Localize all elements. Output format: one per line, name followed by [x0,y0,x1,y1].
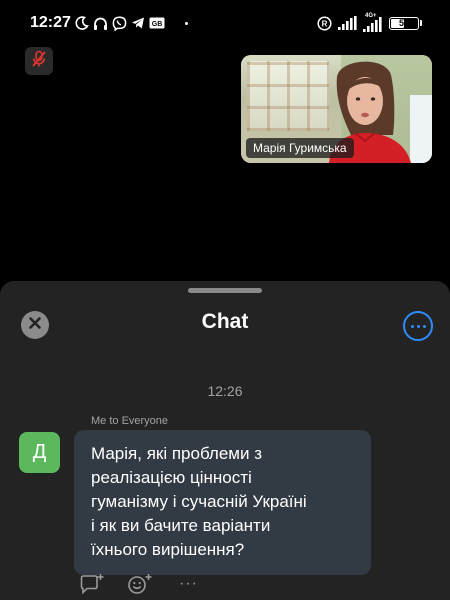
participant-name-label: Марія Гуримська [246,138,354,158]
chat-panel: Chat 12:26 Me to Everyone Д Марія, які п… [0,281,450,600]
status-icons-right: R 4G+ 56 [317,13,422,33]
avatar: Д [19,432,60,473]
more-dot [410,324,414,328]
battery-tip [420,20,422,26]
add-emoji-icon[interactable] [127,573,153,595]
message-text-line: Марія, які проблеми з [91,444,262,463]
drag-handle[interactable] [188,288,262,293]
battery-level: 56 [398,18,409,28]
message-actions: ··· [79,573,198,595]
viber-icon [112,15,127,31]
message-text-line: і як ви бачите варіанти [91,516,271,535]
svg-text:R: R [322,19,328,28]
moon-icon [75,16,89,30]
battery-icon: 56 [389,16,419,30]
mic-off-icon [31,50,47,73]
chat-title: Chat [201,310,249,333]
sender-recipient-line: Me to Everyone [91,415,169,427]
more-actions-icon[interactable]: ··· [179,576,198,592]
participant-video-tile[interactable]: Марія Гуримська [241,55,432,163]
status-time: 12:27 [30,14,71,31]
message-text-line: реалізацією цінності [91,468,252,487]
signal-icon [337,16,357,30]
gb-icon: GB [149,17,165,29]
notification-dot [185,21,188,25]
registered-icon: R [317,15,332,31]
reply-icon[interactable] [79,573,105,595]
message-text-line: їхнього вирішення? [91,540,245,559]
status-bar: 12:27 GB R 4G+ 56 [0,0,450,46]
svg-text:GB: GB [152,21,163,28]
more-dot [422,324,426,328]
message-bubble[interactable]: Марія, які проблеми з реалізацією ціннос… [74,430,371,575]
message-text-line: гуманізму і сучасній Україні [91,492,307,511]
message-timestamp: 12:26 [207,383,243,399]
headphones-icon [93,16,108,31]
chat-more-options-button[interactable] [403,311,433,341]
more-dot [416,324,420,328]
mute-button[interactable] [25,47,53,75]
signal-4g-icon: 4G+ [362,13,382,32]
status-icons-left: GB [75,14,188,32]
telegram-icon [131,16,145,30]
